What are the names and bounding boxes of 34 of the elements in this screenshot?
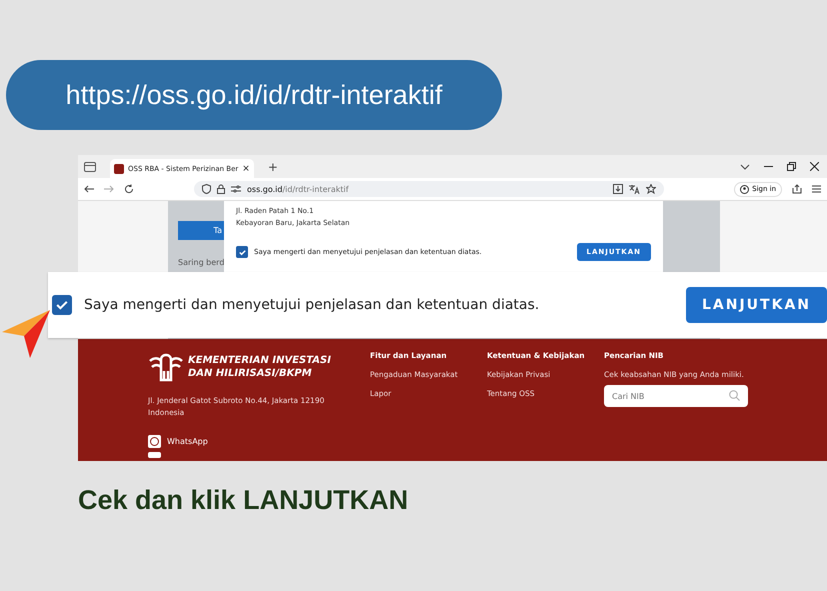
back-icon[interactable] — [84, 185, 94, 193]
caption: Cek dan klik LANJUTKAN — [78, 485, 410, 516]
ministry-logo-icon — [148, 351, 184, 383]
filter-text: Saring berd — [178, 258, 224, 267]
site-favicon-icon — [114, 164, 124, 174]
url-banner: https://oss.go.id/id/rdtr-interaktif — [6, 60, 502, 130]
checkbox[interactable] — [236, 246, 248, 258]
shield-icon — [202, 184, 211, 194]
tab-list-icon[interactable] — [84, 162, 96, 172]
agreement-label: Saya mengerti dan menyetujui penjelasan dan ketentuan diatas. — [84, 297, 540, 313]
profile-icon — [740, 184, 750, 194]
reload-icon[interactable] — [124, 184, 134, 194]
star-icon[interactable] — [646, 184, 656, 194]
download-icon[interactable] — [613, 184, 623, 194]
site-settings-icon[interactable] — [231, 185, 241, 193]
side-button[interactable]: Ta — [178, 221, 224, 240]
pointer-arrow-icon — [0, 308, 52, 360]
close-icon[interactable] — [810, 162, 819, 171]
nib-search-field[interactable]: Cari NIB — [604, 385, 748, 407]
share-icon[interactable] — [792, 184, 802, 194]
chevron-down-icon[interactable] — [740, 164, 750, 170]
restore-icon[interactable] — [787, 162, 796, 171]
contact-link[interactable]: WhatsApp — [167, 437, 208, 446]
address-bar[interactable]: oss.go.id/id/rdtr-interaktif — [194, 181, 664, 197]
menu-icon[interactable] — [812, 185, 821, 193]
new-tab-button[interactable]: + — [268, 160, 278, 174]
lock-icon — [217, 184, 225, 194]
ministry-name: KEMENTERIAN INVESTASI — [188, 354, 331, 367]
close-tab-button[interactable]: × — [242, 164, 250, 174]
check-icon — [238, 248, 246, 256]
ministry-name: DAN HILIRISASI/BKPM — [188, 367, 313, 380]
translate-icon[interactable] — [629, 184, 640, 194]
continue-button[interactable]: LANJUTKAN — [686, 287, 827, 323]
checkbox[interactable] — [52, 295, 72, 315]
